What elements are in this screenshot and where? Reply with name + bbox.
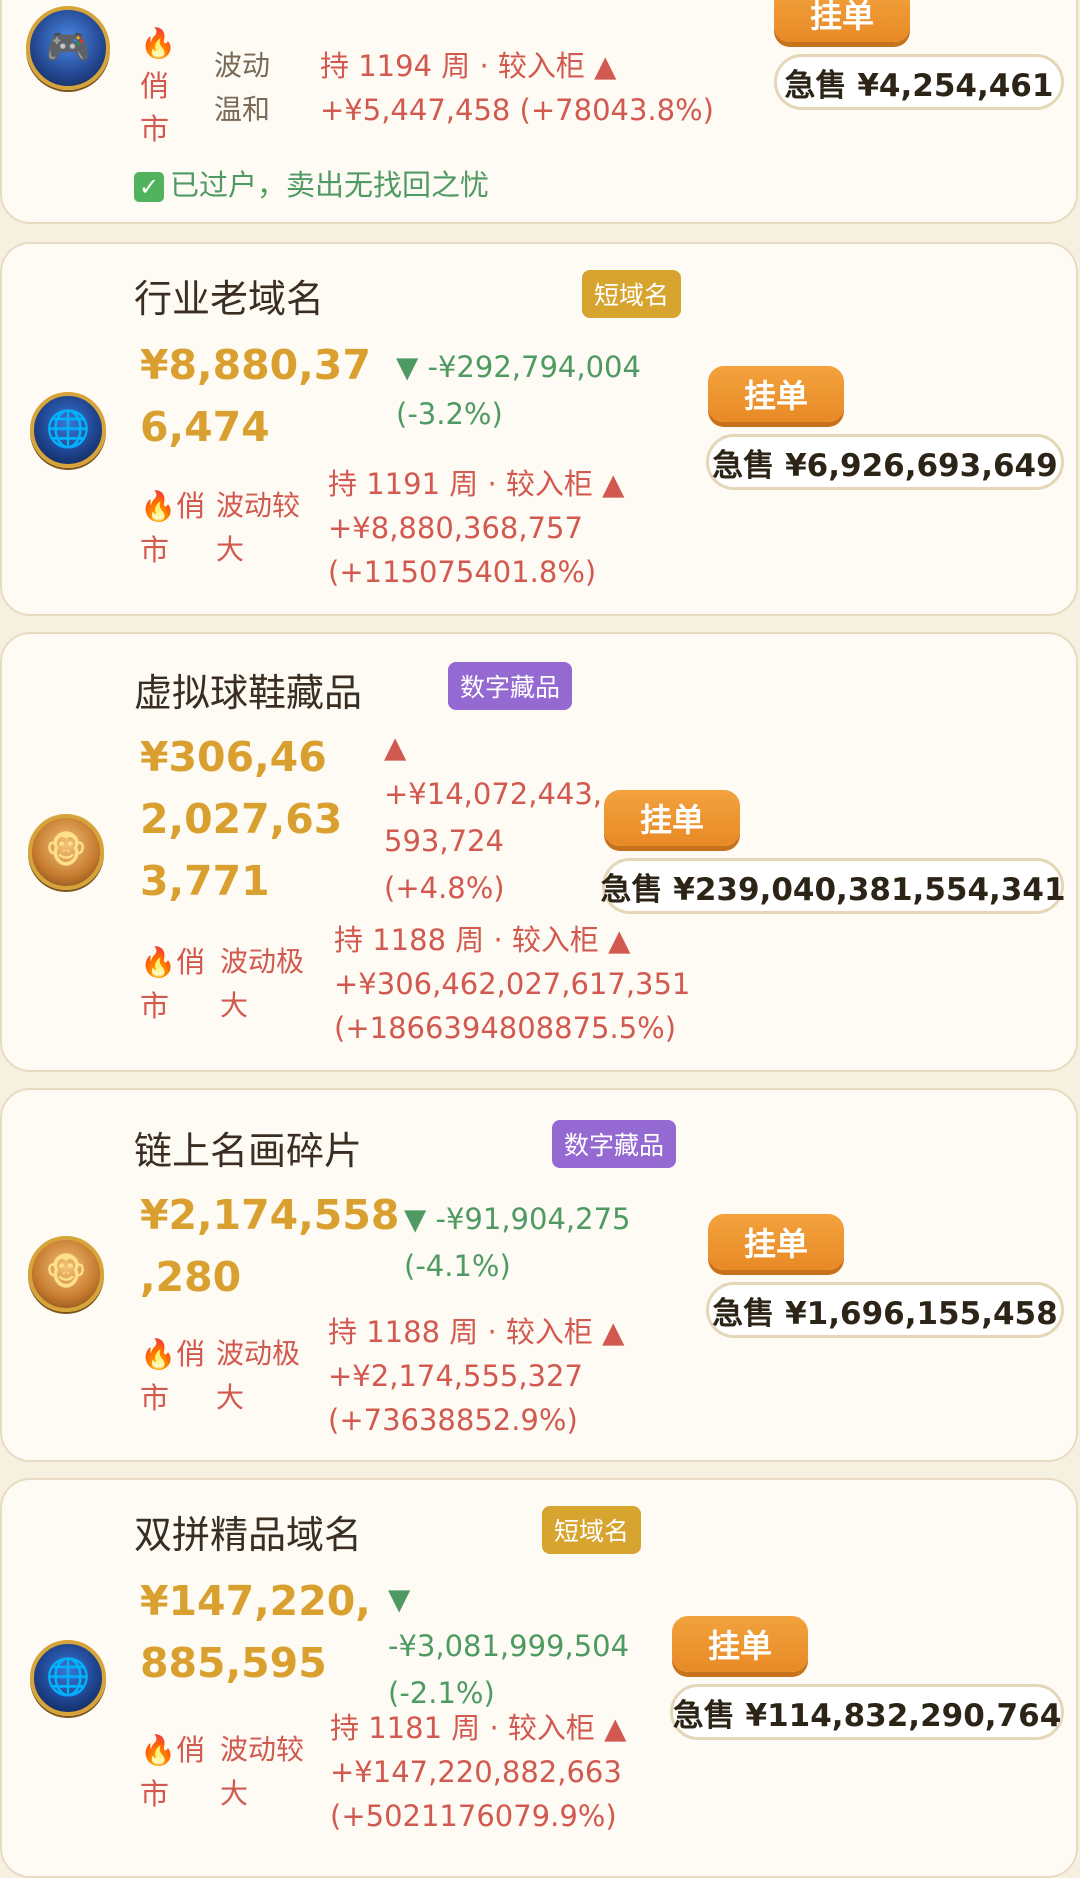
- asset-price: ¥147,220, 885,595: [140, 1577, 371, 1687]
- volatility-label: 波动较 大: [216, 489, 301, 566]
- list-button[interactable]: 挂单: [708, 1214, 844, 1270]
- hot-market-label: 🔥俏 市: [140, 945, 206, 1023]
- list-button[interactable]: 挂单: [604, 790, 740, 846]
- asset-card: 虚拟球鞋藏品 数字藏品 🐵 ¥306,46 2,027,63 3,771 ▲ +…: [0, 632, 1078, 1072]
- asset-tag: 数字藏品: [448, 662, 573, 710]
- hot-market-label: 🔥俏 市: [140, 1733, 206, 1811]
- list-button[interactable]: 挂单: [774, 0, 910, 42]
- asset-title: 双拼精品域名: [134, 1513, 363, 1557]
- globe-domain-icon: 🌐: [30, 1640, 106, 1716]
- asset-tag: 短域名: [582, 270, 682, 318]
- volatility-label: 波动较 大: [220, 1733, 305, 1810]
- volatility-label: 波动极 大: [216, 1337, 301, 1414]
- asset-card: 链上名画碎片 数字藏品 🐵 ¥2,174,558 ,280 ▼ -¥91,904…: [0, 1088, 1078, 1462]
- holding-info: 持 1194 周 · 较入柜 ▲ +¥5,447,458 (+78043.8%): [320, 49, 714, 127]
- asset-price: ¥8,880,37 6,474: [140, 341, 371, 451]
- globe-domain-icon: 🌐: [30, 392, 106, 468]
- asset-price: ¥306,46 2,027,63 3,771: [140, 733, 343, 905]
- quick-sell-button[interactable]: 急售 ¥114,832,290,764: [670, 1684, 1064, 1740]
- asset-card: 🎮 🔥 俏 市 波动 温和 持 1194 周 · 较入柜 ▲ +¥5,447,4…: [0, 0, 1078, 224]
- price-change: ▼ -¥91,904,275 (-4.1%): [404, 1202, 631, 1283]
- transfer-verified-note: ✓ 已过户，卖出无找回之忧: [134, 162, 489, 204]
- gamer-avatar-icon: 🎮: [26, 6, 110, 90]
- monkey-nft-icon: 🐵: [28, 814, 104, 890]
- volatility-label: 波动极 大: [220, 945, 305, 1022]
- asset-title: 链上名画碎片: [134, 1129, 363, 1173]
- hot-market-label: 🔥俏 市: [140, 489, 206, 567]
- quick-sell-button[interactable]: 急售 ¥239,040,381,554,341: [601, 858, 1066, 914]
- check-icon: ✓: [134, 172, 164, 202]
- price-change: ▲ +¥14,072,443, 593,724 (+4.8%): [384, 730, 603, 905]
- hot-market-label: 🔥 俏 市: [140, 26, 177, 146]
- monkey-nft-icon: 🐵: [28, 1236, 104, 1312]
- holding-info: 持 1188 周 · 较入柜 ▲ +¥306,462,027,617,351 (…: [334, 923, 691, 1045]
- holding-info: 持 1181 周 · 较入柜 ▲ +¥147,220,882,663 (+502…: [330, 1711, 627, 1833]
- price-change: ▼ -¥292,794,004 (-3.2%): [396, 350, 641, 431]
- asset-card: 双拼精品域名 短域名 🌐 ¥147,220, 885,595 ▼ -¥3,081…: [0, 1478, 1078, 1878]
- holding-info: 持 1191 周 · 较入柜 ▲ +¥8,880,368,757 (+11507…: [328, 467, 625, 589]
- asset-title: 行业老域名: [134, 277, 325, 321]
- quick-sell-button[interactable]: 急售 ¥6,926,693,649: [706, 434, 1064, 490]
- list-button[interactable]: 挂单: [708, 366, 844, 422]
- price-change: ▼ -¥3,081,999,504 (-2.1%): [388, 1582, 630, 1710]
- hot-market-label: 🔥俏 市: [140, 1337, 206, 1415]
- quick-sell-button[interactable]: 急售 ¥4,254,461: [774, 54, 1064, 110]
- asset-card: 行业老域名 短域名 🌐 ¥8,880,37 6,474 ▼ -¥292,794,…: [0, 242, 1078, 616]
- asset-tag: 数字藏品: [552, 1120, 677, 1168]
- quick-sell-button[interactable]: 急售 ¥1,696,155,458: [706, 1282, 1064, 1338]
- list-button[interactable]: 挂单: [672, 1616, 808, 1672]
- volatility-label: 波动 温和: [214, 49, 271, 126]
- asset-tag: 短域名: [542, 1506, 642, 1554]
- holding-info: 持 1188 周 · 较入柜 ▲ +¥2,174,555,327 (+73638…: [328, 1315, 625, 1437]
- asset-price: ¥2,174,558 ,280: [140, 1191, 400, 1301]
- asset-title: 虚拟球鞋藏品: [134, 671, 363, 715]
